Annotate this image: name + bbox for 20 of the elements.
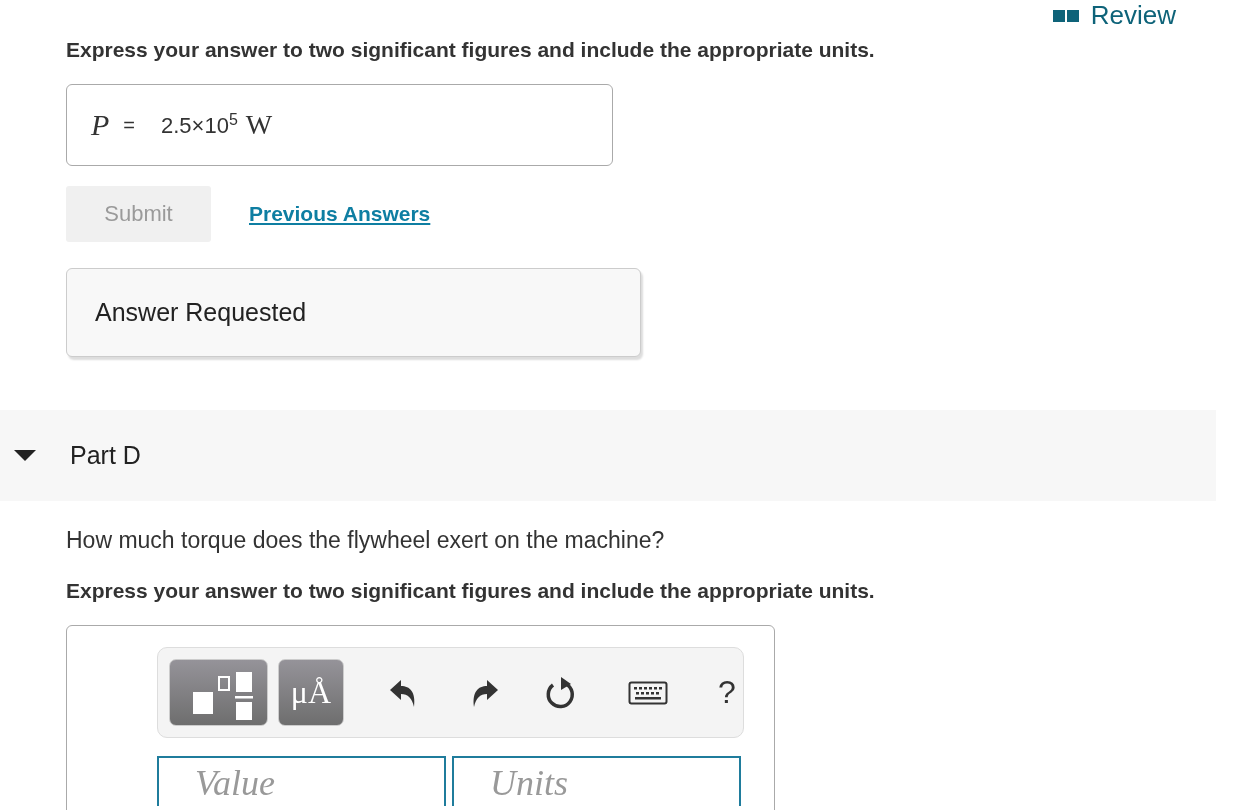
book-icon: [1052, 10, 1079, 22]
value-field[interactable]: Value: [157, 756, 446, 806]
answer-value: 2.5×10$^{5}$: [161, 110, 238, 140]
feedback-box: Answer Requested: [66, 268, 641, 357]
instruction-text: Express your answer to two significant figures and include the appropriate units.: [66, 38, 876, 62]
part-header[interactable]: Part D: [0, 410, 1216, 501]
variable-label: P: [91, 108, 110, 142]
units-button[interactable]: μÅ: [278, 659, 344, 726]
equals-sign: =: [123, 113, 135, 137]
question-text: How much torque does the flywheel exert on the machine?: [66, 527, 666, 554]
previous-answers-link[interactable]: Previous Answers: [249, 202, 431, 226]
instruction-text: Express your answer to two significant figures and include the appropriate units.: [66, 579, 876, 603]
caret-down-icon[interactable]: [14, 450, 36, 461]
units-field[interactable]: Units: [452, 756, 741, 806]
review-link[interactable]: Review: [1052, 4, 1176, 28]
unit-label: W: [245, 109, 273, 141]
templates-button[interactable]: [169, 659, 268, 726]
help-button[interactable]: ?: [718, 674, 736, 711]
part-title: Part D: [70, 441, 141, 470]
keyboard-icon[interactable]: [628, 680, 668, 705]
